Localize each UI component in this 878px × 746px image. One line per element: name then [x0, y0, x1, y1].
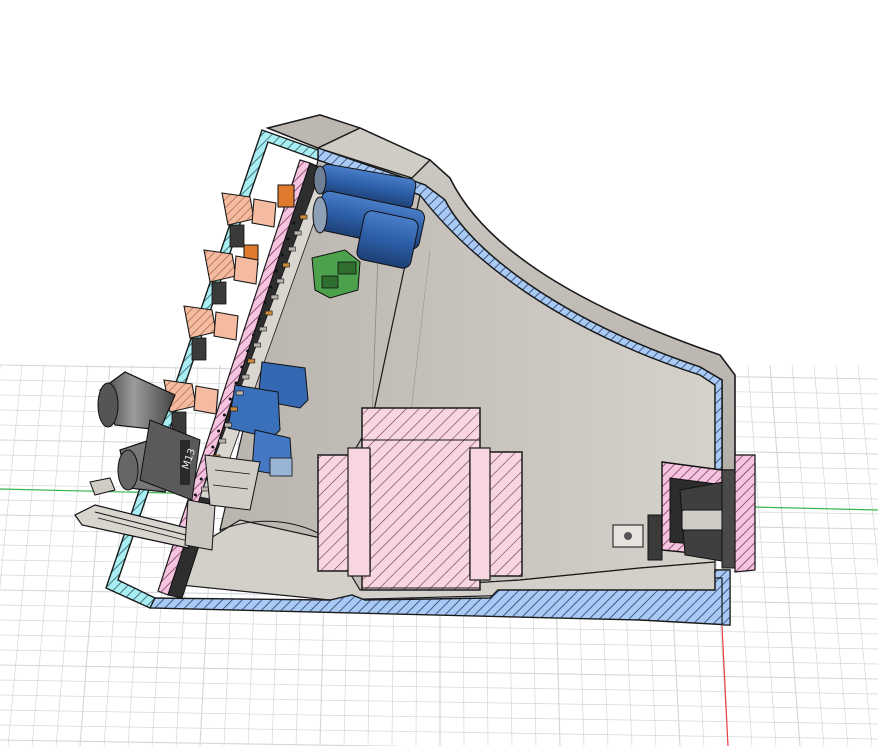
- pcb-pin: [201, 486, 209, 492]
- pcb-via: [292, 221, 296, 225]
- pcb-pin: [293, 230, 302, 236]
- pcb-pin: [264, 310, 273, 316]
- grid-line: [857, 364, 878, 570]
- pcb-pin: [224, 422, 232, 428]
- pcb-pin: [270, 294, 279, 300]
- pcb-via: [228, 397, 232, 401]
- pcb-pin: [235, 390, 244, 396]
- pcb-via: [269, 285, 273, 289]
- transformer-core: [361, 407, 481, 591]
- pcb-pin: [299, 214, 308, 220]
- pcb-pin: [230, 406, 238, 412]
- pcb-via: [217, 429, 221, 433]
- pcb-pin: [253, 342, 261, 348]
- grid-line: [0, 709, 878, 725]
- pcb-via: [234, 381, 238, 385]
- pcb-pin: [259, 326, 267, 332]
- grid-line: [0, 724, 878, 740]
- pcb-via: [275, 269, 279, 273]
- capacitor-3: [356, 210, 419, 269]
- pcb-via: [280, 253, 284, 257]
- pcb-pin: [288, 246, 296, 252]
- pcb-pin: [241, 374, 250, 380]
- pcb-via: [222, 413, 226, 417]
- pcb-via: [263, 301, 267, 305]
- grid-line: [0, 619, 878, 635]
- grid-line: [769, 364, 801, 746]
- section-view-canvas: M13: [0, 114, 878, 746]
- grid-line: [0, 364, 23, 590]
- grid-line: [0, 634, 878, 650]
- control-knob: [203, 249, 259, 305]
- grid-line: [7, 364, 45, 746]
- pcb-bracket: [204, 454, 261, 511]
- grid-line: [0, 694, 878, 710]
- cad-viewport[interactable]: M13: [0, 0, 878, 746]
- pcb-via: [193, 493, 197, 497]
- pcb-via: [251, 333, 255, 337]
- control-knob: [163, 379, 219, 435]
- pcb-pin: [276, 278, 285, 284]
- pcb-pin: [218, 438, 227, 444]
- grid-line: [0, 739, 411, 746]
- pcb-via: [240, 365, 244, 369]
- pcb-pin: [282, 262, 290, 268]
- grid-line: [835, 364, 873, 746]
- pcb-via: [257, 317, 261, 321]
- pcb-via: [286, 237, 290, 241]
- pcb-via: [246, 349, 250, 353]
- pcb-pin: [247, 358, 256, 364]
- pcb-via: [211, 445, 215, 449]
- pcb-via: [199, 477, 203, 481]
- y-axis-line: [721, 625, 729, 746]
- terminal-block: [311, 249, 361, 299]
- control-knob: [183, 305, 239, 361]
- control-knob: [221, 192, 277, 248]
